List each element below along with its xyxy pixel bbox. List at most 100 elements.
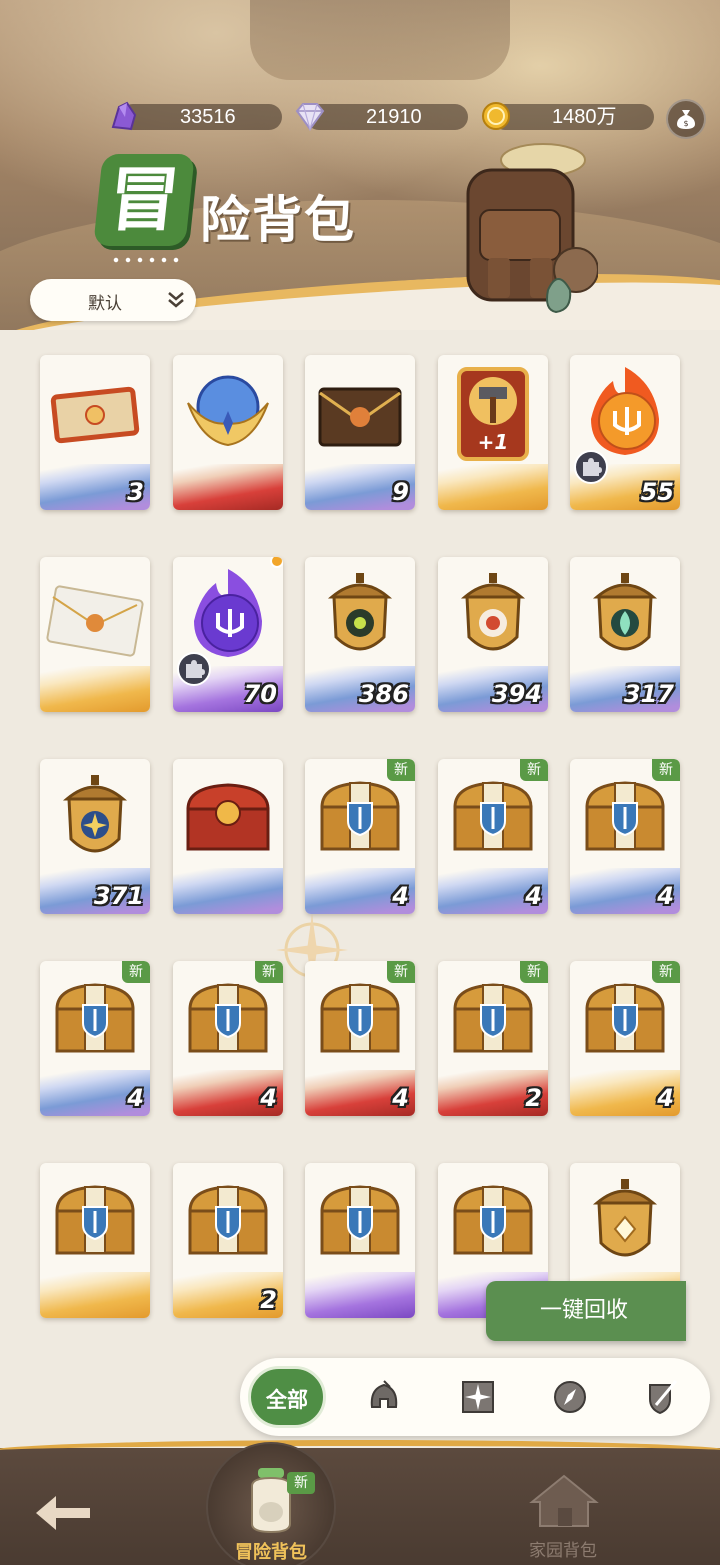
- item-card[interactable]: 4新: [305, 961, 415, 1116]
- new-badge: 新: [122, 961, 150, 983]
- notification-dot: [270, 557, 283, 568]
- item-card[interactable]: 2: [173, 1163, 283, 1318]
- item-quantity: 4: [127, 1084, 144, 1112]
- acorn-leaf-icon: [592, 573, 658, 651]
- svg-text:$: $: [683, 119, 688, 128]
- item-quantity: 9: [392, 478, 409, 506]
- item-quantity: 386: [358, 680, 409, 708]
- double-chevron-down-icon: [168, 292, 184, 308]
- bottom-navigation: 新 冒险背包 家园背包: [0, 1440, 720, 1565]
- treasure-chest-icon: [55, 983, 135, 1053]
- svg-text:+1: +1: [478, 430, 509, 454]
- background-house: [250, 0, 510, 80]
- nav-gold-border: [0, 1440, 720, 1462]
- tab-adventure-label: 冒险背包: [235, 1542, 307, 1563]
- treasure-chest-icon: [188, 1185, 268, 1255]
- title-badge: 冒: [93, 154, 195, 246]
- fire-trident-orb-icon: [591, 367, 659, 455]
- page-title: 险背包: [200, 190, 356, 249]
- puzzle-piece-icon: [574, 450, 608, 484]
- item-card[interactable]: 4新: [438, 759, 548, 914]
- acorn-eye-icon: [327, 573, 393, 651]
- item-card[interactable]: 386: [305, 557, 415, 712]
- rarity-band: [305, 1272, 415, 1318]
- item-card[interactable]: 4新: [173, 961, 283, 1116]
- diamond-icon: [292, 98, 328, 134]
- tab-home-bag[interactable]: 家园背包: [506, 1468, 620, 1565]
- recycle-all-button[interactable]: 一键回收: [486, 1281, 686, 1341]
- item-card[interactable]: 371: [40, 759, 150, 914]
- treasure-chest-icon: [55, 1185, 135, 1255]
- helmet-icon: [370, 1380, 398, 1408]
- currency-diamond[interactable]: 21910: [295, 103, 468, 132]
- item-card[interactable]: 317: [570, 557, 680, 712]
- item-card[interactable]: +1: [438, 355, 548, 510]
- money-bag-icon: $: [677, 110, 695, 129]
- item-card[interactable]: 3: [40, 355, 150, 510]
- acorn-diamond-icon: [592, 1179, 658, 1257]
- currency-value: 33516: [180, 106, 236, 128]
- item-quantity: 4: [392, 882, 409, 910]
- item-quantity: 4: [260, 1084, 277, 1112]
- item-quantity: 371: [93, 882, 144, 910]
- rarity-band: [438, 464, 548, 510]
- compass-icon: [554, 1381, 586, 1413]
- new-badge: 新: [520, 961, 548, 983]
- currency-crystal[interactable]: 33516: [111, 101, 282, 131]
- rarity-band: [40, 1272, 150, 1318]
- item-card[interactable]: 4新: [40, 961, 150, 1116]
- purple-trident-orb-icon: [194, 569, 262, 657]
- currency-gold[interactable]: 1480万: [482, 102, 654, 130]
- item-card[interactable]: 394: [438, 557, 548, 712]
- treasure-chest-icon: [453, 983, 533, 1053]
- backpack-icon: [466, 143, 598, 314]
- item-card[interactable]: 55: [570, 355, 680, 510]
- new-badge: 新: [520, 759, 548, 781]
- new-badge: 新: [255, 961, 283, 983]
- filter-equipment-button[interactable]: [358, 1371, 410, 1423]
- item-card[interactable]: 4新: [570, 759, 680, 914]
- treasure-chest-icon: [320, 983, 400, 1053]
- filter-explore-button[interactable]: [544, 1371, 596, 1423]
- filter-all-button[interactable]: 全部: [248, 1366, 326, 1428]
- sort-dropdown-value: 默认: [88, 294, 122, 314]
- item-card[interactable]: [173, 355, 283, 510]
- item-card[interactable]: 4新: [305, 759, 415, 914]
- item-card[interactable]: [40, 557, 150, 712]
- acorn-target-icon: [460, 573, 526, 651]
- item-quantity: 2: [525, 1084, 542, 1112]
- back-arrow-icon[interactable]: [30, 1488, 96, 1538]
- compass-star-icon: [462, 1381, 494, 1413]
- item-quantity: 394: [491, 680, 542, 708]
- item-card[interactable]: 70: [173, 557, 283, 712]
- treasure-chest-icon: [585, 781, 665, 851]
- gold-coin-icon: [478, 98, 514, 134]
- rarity-band: [173, 868, 283, 914]
- item-card[interactable]: [173, 759, 283, 914]
- hammer-card-icon: +1: [457, 367, 529, 461]
- currency-value: 21910: [366, 106, 422, 128]
- item-card[interactable]: 2新: [438, 961, 548, 1116]
- treasure-chest-icon: [453, 781, 533, 851]
- filter-combat-button[interactable]: [636, 1371, 688, 1423]
- new-badge: 新: [387, 961, 415, 983]
- treasure-chest-icon: [320, 1185, 400, 1255]
- title-dots: [110, 256, 180, 264]
- treasure-chest-icon: [188, 983, 268, 1053]
- filter-material-button[interactable]: [452, 1371, 504, 1423]
- new-badge: 新: [387, 759, 415, 781]
- item-card[interactable]: 4新: [570, 961, 680, 1116]
- category-filter-bar: 全部: [240, 1358, 710, 1436]
- item-quantity: 70: [243, 680, 277, 708]
- tab-adventure-bag[interactable]: 新 冒险背包: [186, 1442, 356, 1565]
- ticket-icon: [50, 386, 140, 444]
- treasure-chest-icon: [320, 781, 400, 851]
- sort-dropdown[interactable]: 默认: [30, 279, 196, 321]
- puzzle-piece-icon: [177, 652, 211, 686]
- item-quantity: 4: [392, 1084, 409, 1112]
- item-card[interactable]: [305, 1163, 415, 1318]
- sword-shield-icon: [649, 1380, 678, 1415]
- money-bag-button[interactable]: $: [666, 99, 706, 139]
- item-card[interactable]: [40, 1163, 150, 1318]
- item-card[interactable]: 9: [305, 355, 415, 510]
